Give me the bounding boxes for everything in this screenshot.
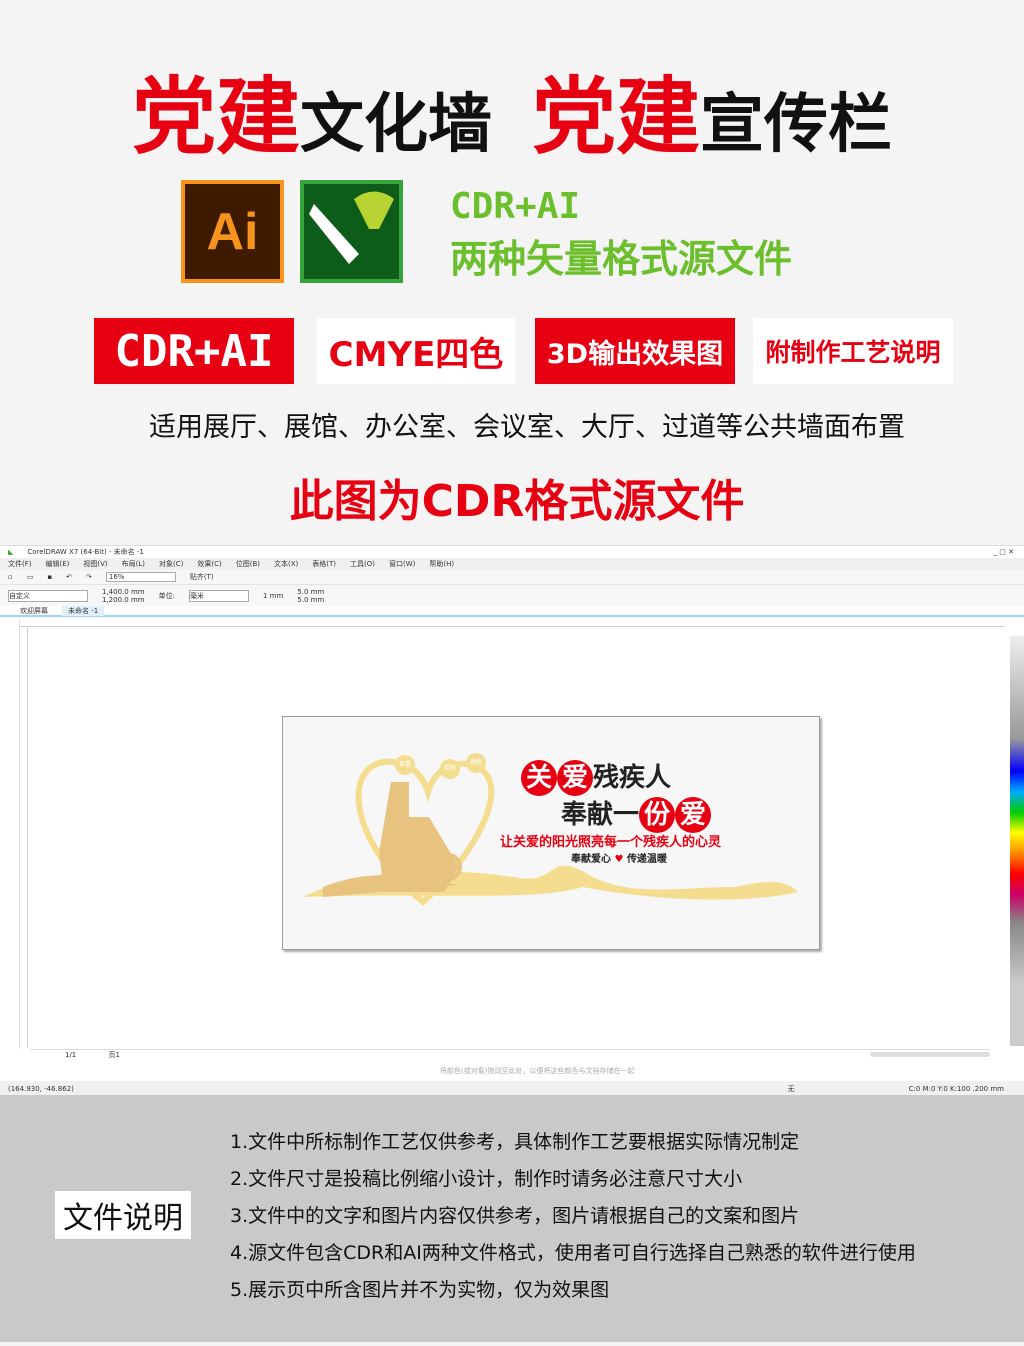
formats-line2: 两种矢量格式源文件	[450, 237, 793, 281]
menu-view[interactable]: 视图(V)	[83, 559, 107, 569]
file-notes-label: 文件说明	[55, 1191, 191, 1239]
save-icon[interactable]: ▪	[47, 573, 52, 581]
standard-toolbar: ▫ ▭ ▪ ↶ ↷ 16% 贴齐(T)	[0, 570, 1024, 584]
people-silhouette	[379, 782, 459, 892]
note-item: 4.源文件包含CDR和AI两种文件格式，使用者可自行选择自己熟悉的软件进行使用	[230, 1242, 916, 1264]
undo-icon[interactable]: ↶	[66, 573, 72, 581]
outline-status: C:0 M:0 Y:0 K:100 .200 mm	[908, 1084, 1004, 1093]
note-item: 3.文件中的文字和图片内容仅供参考，图片请根据自己的文案和图片	[230, 1205, 800, 1227]
horizontal-ruler	[20, 619, 1005, 627]
menu-bitmaps[interactable]: 位图(B)	[236, 559, 260, 569]
menu-edit[interactable]: 编辑(E)	[46, 559, 70, 569]
title-part: 文化墙	[300, 88, 492, 162]
page-navigator: 1/1 页1	[30, 1049, 990, 1059]
bubble: 理解	[466, 753, 486, 773]
title-part: 党建	[532, 68, 701, 166]
heart-icon: ♥	[614, 854, 624, 865]
red-circle-char: 爱	[557, 760, 593, 796]
red-circle-char: 关	[521, 760, 557, 796]
design-page: 尊重 帮助 理解 关爱残疾人 奉献一份爱 让关爱的阳光照亮每一个残疾人的心灵 奉…	[282, 716, 820, 950]
property-bar: 自定义 1,400.0 mm 1,200.0 mm 单位: 毫米 1 mm 5.0…	[0, 584, 1024, 606]
slogan: 让关爱的阳光照亮每一个残疾人的心灵	[500, 835, 722, 850]
window-title: CorelDRAW X7 (64-Bit) - 未命名 -1	[27, 548, 144, 556]
coreldraw-logo-icon	[300, 180, 403, 283]
sub-text: 奉献爱心	[571, 854, 611, 865]
snap-menu[interactable]: 贴齐(T)	[190, 572, 214, 582]
sub-text: 传递温暖	[626, 854, 667, 865]
formats-line1: CDR+AI	[450, 186, 581, 227]
menu-table[interactable]: 表格(T)	[312, 559, 336, 569]
duplicate-y-field[interactable]: 5.0 mm	[297, 596, 324, 604]
headline-text: 奉献一	[561, 800, 640, 830]
ai-text: Ai	[185, 184, 280, 279]
headline-2: 奉献一份爱	[561, 794, 712, 833]
title-part: 宣传栏	[700, 88, 893, 162]
note-item: 5.展示页中所含图片并不为实物，仅为效果图	[230, 1279, 610, 1301]
red-circle-char: 爱	[675, 797, 712, 833]
menu-window[interactable]: 窗口(W)	[389, 559, 415, 569]
new-icon[interactable]: ▫	[8, 573, 13, 581]
document-tabs: 欢迎屏幕 未命名 -1	[0, 605, 1024, 617]
nudge-field[interactable]: 1 mm	[263, 592, 283, 600]
page-preset-select[interactable]: 自定义	[8, 589, 88, 602]
badge-craft: 附制作工艺说明	[753, 318, 953, 384]
bubble: 尊重	[395, 755, 415, 775]
cursor-coords: (164.930, -46.862)	[8, 1084, 74, 1093]
menu-effects[interactable]: 效果(C)	[197, 559, 221, 569]
red-circle-char: 份	[639, 797, 676, 833]
menu-object[interactable]: 对象(C)	[159, 559, 183, 569]
menu-file[interactable]: 文件(F)	[8, 559, 32, 569]
usage-text: 适用展厅、展馆、办公室、会议室、大厅、过道等公共墙面布置	[149, 412, 905, 443]
menu-help[interactable]: 帮助(H)	[429, 559, 454, 569]
badge-3d: 3D输出效果图	[535, 318, 735, 384]
badge-cmyk: CMYE四色	[317, 318, 515, 384]
illustrator-logo: Ai	[181, 180, 284, 283]
menu-layout[interactable]: 布局(L)	[122, 559, 145, 569]
page-title: 党建文化墙 党建宣传栏	[0, 50, 1024, 171]
headline-text: 残疾人	[593, 763, 672, 793]
tab-welcome[interactable]: 欢迎屏幕	[20, 606, 48, 616]
redo-icon[interactable]: ↷	[86, 573, 92, 581]
vertical-ruler	[20, 628, 28, 1048]
menu-text[interactable]: 文本(X)	[274, 559, 298, 569]
source-note: 此图为CDR格式源文件	[289, 476, 745, 527]
page-height-field[interactable]: 1,200.0 mm	[102, 596, 145, 604]
app-icon: ◣	[8, 548, 14, 556]
horizontal-scrollbar[interactable]	[870, 1052, 990, 1057]
palette-hint: 将颜色(或对象)拖动至此处，以便将这些颜色与文档存储在一起	[440, 1067, 635, 1075]
tab-document[interactable]: 未命名 -1	[62, 605, 105, 616]
zoom-select[interactable]: 16%	[105, 572, 176, 582]
menu-tools[interactable]: 工具(O)	[350, 559, 375, 569]
toolbox[interactable]	[5, 619, 20, 1049]
open-icon[interactable]: ▭	[27, 573, 34, 581]
badge-cdr-ai: CDR+AI	[94, 318, 294, 384]
window-controls[interactable]: _ ▢ ✕	[994, 548, 1024, 556]
page-width-field[interactable]: 1,400.0 mm	[102, 588, 145, 596]
page-number: 1/1	[65, 1051, 77, 1059]
unit-label: 单位:	[158, 591, 175, 600]
menu-bar: 文件(F) 编辑(E) 视图(V) 布局(L) 对象(C) 效果(C) 位图(B) 文本(X)…	[0, 558, 1024, 570]
page-tab[interactable]: 页1	[109, 1051, 120, 1059]
status-bar: (164.930, -46.862) 无 C:0 M:0 Y:0 K:100 .20…	[0, 1081, 1024, 1096]
title-part: 党建	[131, 68, 300, 166]
color-palette[interactable]	[1010, 636, 1024, 1046]
title-bar: ◣ CorelDRAW X7 (64-Bit) - 未命名 -1 _ ▢ ✕	[0, 546, 1024, 558]
headline-1: 关爱残疾人	[521, 757, 671, 796]
unit-select[interactable]: 毫米	[188, 589, 249, 602]
note-item: 1.文件中所标制作工艺仅供参考，具体制作工艺要根据实际情况制定	[230, 1131, 800, 1153]
duplicate-x-field[interactable]: 5.0 mm	[297, 588, 324, 596]
fill-status: 无	[787, 1084, 795, 1093]
sub-slogan: 奉献爱心 ♥ 传递温暖	[571, 850, 667, 865]
note-item: 2.文件尺寸是投稿比例缩小设计，制作时请务必注意尺寸大小	[230, 1168, 743, 1190]
bubble: 帮助	[440, 759, 460, 779]
